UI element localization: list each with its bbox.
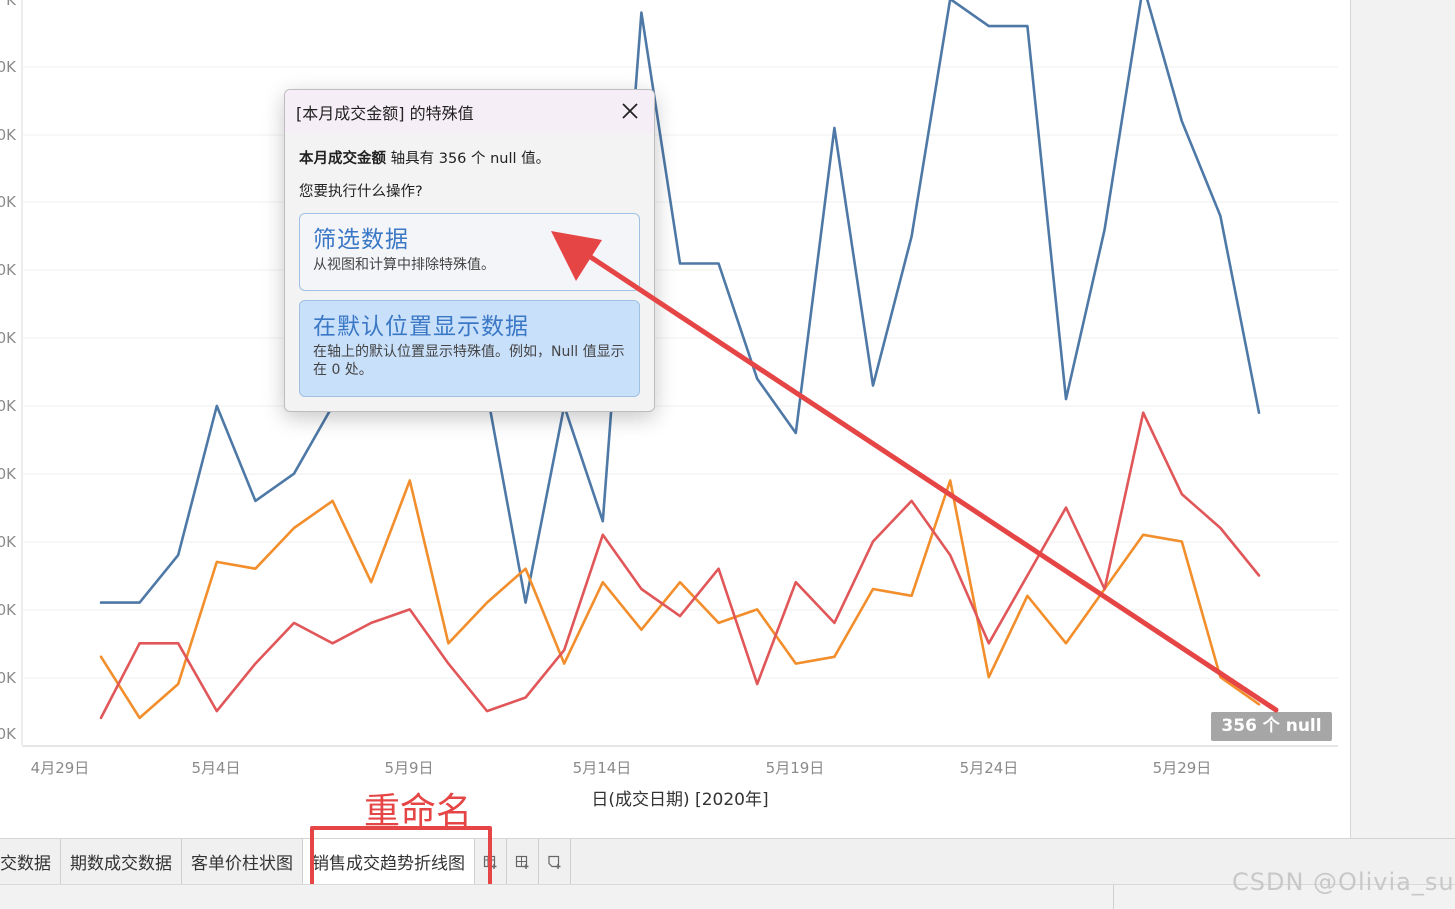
right-gutter — [1350, 0, 1455, 838]
y-tick-label: 0K — [0, 58, 17, 76]
x-tick-label: 5月29日 — [1153, 759, 1212, 777]
chart-area: K 0K 0K 0K 0K 0K 0K 0K 0K 0K 0K 0K 4月29日 5月4日 5月9日 5月14… — [0, 0, 1350, 830]
y-tick-label: 0K — [0, 601, 17, 619]
null-count-text: 轴具有 356 个 null 值。 — [386, 151, 551, 167]
tab-sheet-2[interactable]: 期数成交数据 — [61, 839, 182, 884]
y-tick-label: 0K — [0, 329, 17, 347]
y-tick-label: 0K — [0, 261, 17, 279]
series-line-1 — [99, 0, 1261, 604]
y-tick-label: 0K — [0, 725, 17, 743]
field-name: 本月成交金额 — [299, 151, 386, 167]
status-divider — [1113, 885, 1114, 909]
dialog-header: [本月成交金额] 的特殊值 — [285, 90, 654, 133]
option-title: 筛选数据 — [313, 227, 409, 253]
line-chart: K 0K 0K 0K 0K 0K 0K 0K 0K 0K 0K 0K 4月29日 5月4日 5月9日 5月14… — [0, 0, 1338, 810]
null-count-message: 本月成交金额 轴具有 356 个 null 值。 — [299, 147, 640, 168]
option-description: 在轴上的默认位置显示特殊值。例如，Null 值显示在 0 处。 — [313, 344, 625, 378]
close-icon[interactable] — [620, 101, 640, 121]
series-line-2 — [99, 479, 1261, 720]
watermark: CSDN @Olivia_su — [1232, 868, 1455, 896]
y-tick-label: 0K — [0, 669, 17, 687]
filter-data-option[interactable]: 筛选数据 从视图和计算中排除特殊值。 — [299, 213, 640, 291]
x-tick-label: 5月9日 — [384, 759, 433, 777]
y-tick-label: 0K — [0, 465, 17, 483]
y-tick-label: 0K — [0, 193, 17, 211]
show-at-default-option[interactable]: 在默认位置显示数据 在轴上的默认位置显示特殊值。例如，Null 值显示在 0 处… — [299, 300, 640, 397]
rename-highlight-box — [310, 826, 492, 891]
tab-sheet-3[interactable]: 客单价柱状图 — [182, 839, 303, 884]
option-title: 在默认位置显示数据 — [313, 314, 529, 340]
action-question: 您要执行什么操作? — [299, 184, 423, 200]
y-tick-label: K — [6, 0, 17, 9]
series-line-3 — [99, 411, 1261, 720]
x-tick-label: 5月19日 — [766, 759, 825, 777]
dialog-body: 本月成交金额 轴具有 356 个 null 值。 您要执行什么操作? 筛选数据 … — [285, 133, 654, 397]
option-description: 从视图和计算中排除特殊值。 — [313, 257, 495, 273]
tab-sheet-1[interactable]: 交数据 — [0, 839, 61, 884]
x-axis-title: 日(成交日期) [2020年] — [591, 790, 768, 810]
special-values-dialog: [本月成交金额] 的特殊值 本月成交金额 轴具有 356 个 null 值。 您… — [284, 89, 655, 412]
x-tick-label: 5月4日 — [191, 759, 240, 777]
new-dashboard-icon[interactable] — [507, 839, 539, 884]
y-tick-label: 0K — [0, 126, 17, 144]
dialog-title: [本月成交金额] 的特殊值 — [296, 103, 474, 123]
null-values-badge[interactable]: 356 个 null — [1211, 712, 1332, 741]
y-tick-label: 0K — [0, 533, 17, 551]
new-story-icon[interactable] — [539, 839, 571, 884]
x-tick-label: 5月14日 — [573, 759, 632, 777]
x-tick-label: 5月24日 — [960, 759, 1019, 777]
x-tick-label: 4月29日 — [31, 759, 90, 777]
y-tick-label: 0K — [0, 397, 17, 415]
